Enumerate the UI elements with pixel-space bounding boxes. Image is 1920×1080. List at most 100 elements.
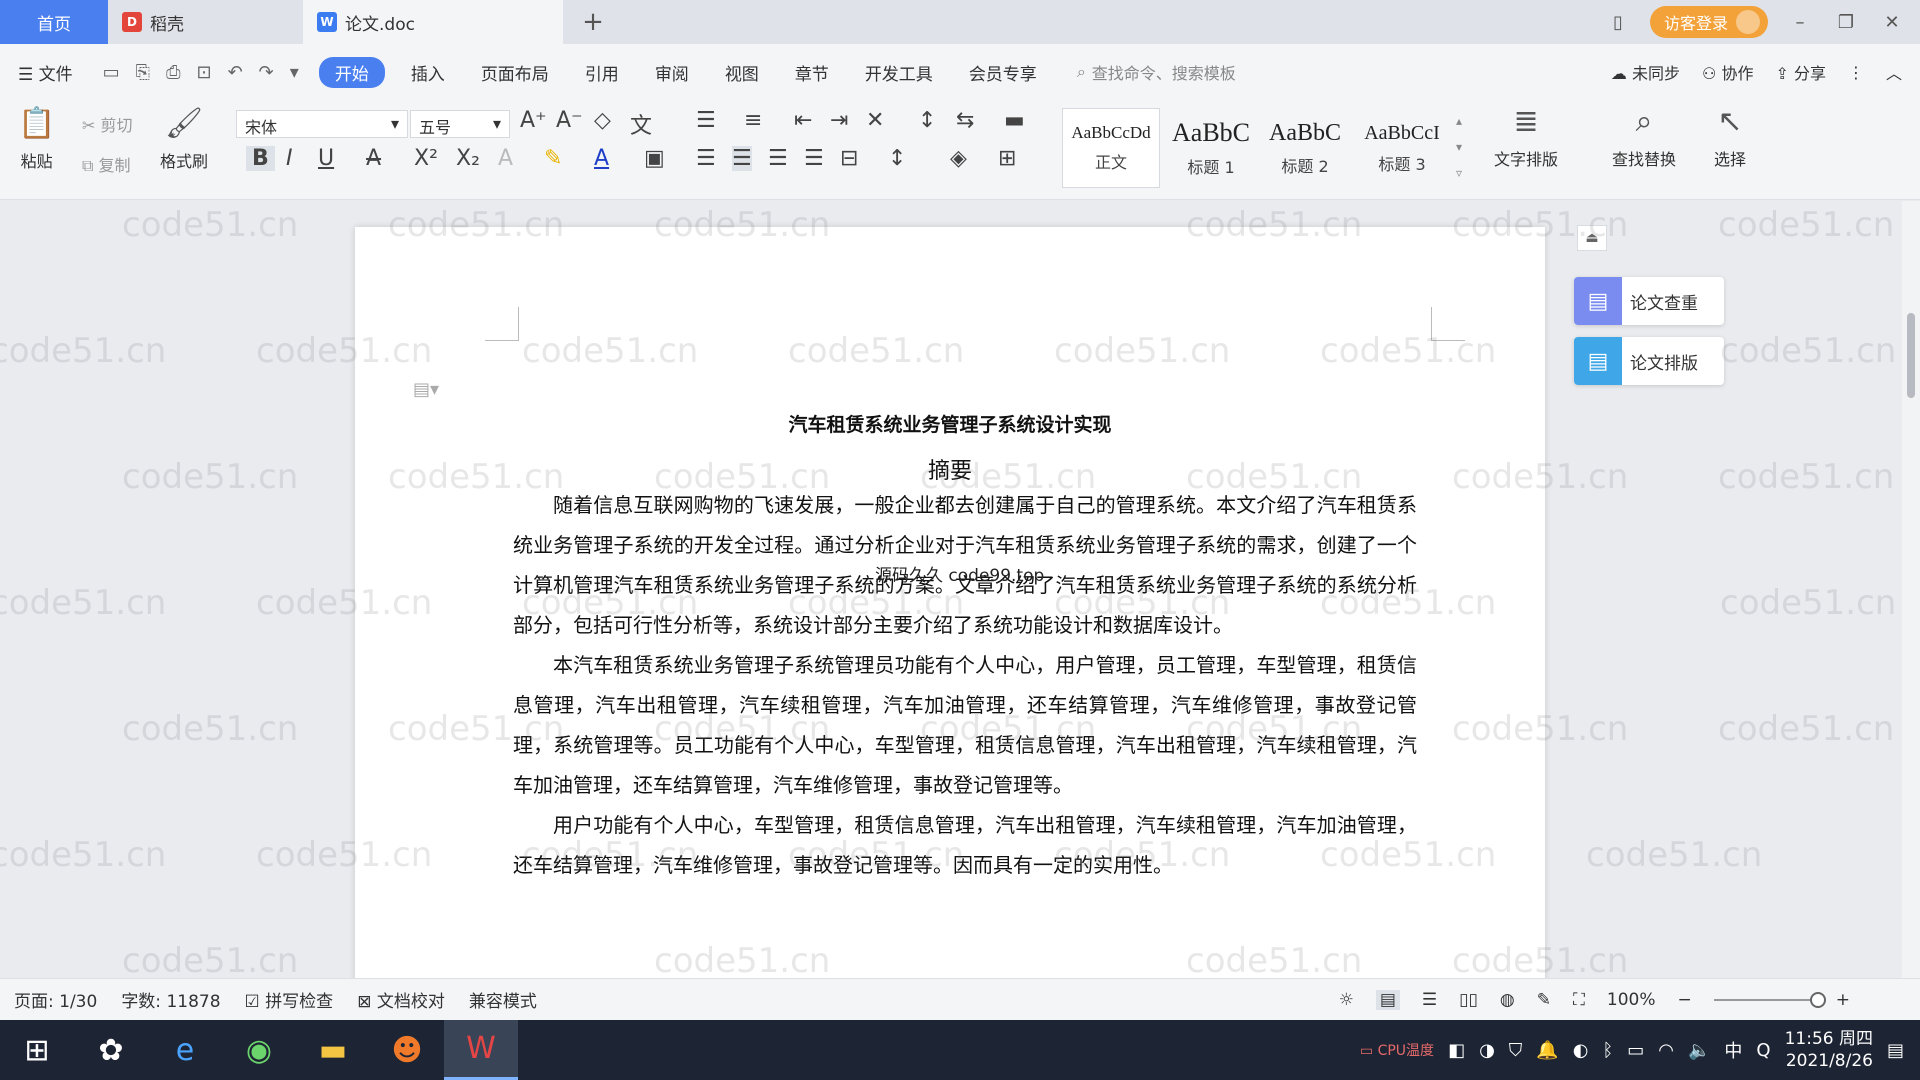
input-method-indicator[interactable]: 中 — [1724, 1037, 1742, 1063]
select-button[interactable]: ↖ 选择 — [1714, 104, 1746, 170]
command-search[interactable]: ⌕ 查找命令、搜索模板 — [1077, 60, 1236, 84]
style-normal[interactable]: AaBbCcDd 正文 — [1062, 108, 1160, 188]
undo-icon[interactable]: ↶ — [228, 62, 243, 83]
minimize-icon[interactable]: – — [1786, 12, 1814, 33]
guest-login-button[interactable]: 访客登录 — [1649, 6, 1768, 38]
cut-button[interactable]: ✂ 剪切 — [82, 112, 133, 136]
media-player-icon[interactable]: ☻ — [370, 1020, 444, 1080]
pinyin-icon[interactable]: 文 — [630, 108, 652, 140]
reading-view-icon[interactable]: ▯▯ — [1459, 990, 1478, 1010]
menu-member[interactable]: 会员专享 — [951, 60, 1055, 85]
clear-format-icon[interactable]: ◇ — [594, 108, 611, 133]
page-indicator[interactable]: 页面: 1/30 — [14, 987, 97, 1012]
text-effect-icon[interactable]: A — [498, 146, 513, 171]
word-count[interactable]: 字数: 11878 — [121, 987, 220, 1012]
vertical-scrollbar[interactable] — [1902, 201, 1920, 978]
sort-icon[interactable]: ↕ — [918, 108, 936, 133]
line-spacing-icon[interactable]: ↕ — [888, 146, 906, 171]
output-icon[interactable]: ⎘ — [136, 62, 150, 83]
italic-button[interactable]: I — [286, 146, 293, 171]
strikethrough-button[interactable]: A — [366, 146, 381, 171]
align-left-icon[interactable]: ☰ — [696, 146, 716, 171]
zoom-slider-knob[interactable] — [1809, 991, 1826, 1008]
clock[interactable]: 11:56 周四 2021/8/26 — [1785, 1028, 1873, 1072]
menu-home[interactable]: 开始 — [318, 56, 385, 88]
align-right-icon[interactable]: ☰ — [768, 146, 788, 171]
ie-browser-icon[interactable]: e — [148, 1020, 222, 1080]
char-border-icon[interactable]: ▣ — [644, 146, 665, 171]
zoom-slider[interactable] — [1713, 991, 1826, 1008]
menu-section[interactable]: 章节 — [777, 60, 847, 85]
tab-home[interactable]: 首页 — [0, 0, 108, 44]
shield-icon[interactable]: ⛉ — [1509, 1040, 1523, 1061]
pinwheel-app-icon[interactable]: ✿ — [74, 1020, 148, 1080]
highlight-icon[interactable]: ✎ — [544, 146, 562, 171]
browser-360-icon[interactable]: ◉ — [222, 1020, 296, 1080]
format-painter-button[interactable]: 🖌 格式刷 — [160, 106, 208, 172]
font-shrink-icon[interactable]: A⁻ — [556, 108, 583, 133]
style-heading-1[interactable]: AaBbC 标题 1 — [1162, 108, 1260, 188]
superscript-button[interactable]: X² — [414, 146, 438, 171]
document-page[interactable]: ▤▾ 汽车租赁系统业务管理子系统设计实现 摘要 随着信息互联网购物的飞速发展，一… — [355, 227, 1545, 978]
spell-check-button[interactable]: ☑ 拼写检查 — [245, 987, 334, 1012]
tray-app-icon[interactable]: ◐ — [1573, 1040, 1589, 1061]
bullet-list-icon[interactable]: ☰ — [696, 108, 716, 133]
volume-icon[interactable]: 🔈 — [1688, 1040, 1710, 1061]
find-replace-button[interactable]: ⌕ 查找替换 — [1612, 104, 1676, 170]
print-preview-icon[interactable]: ⊡ — [196, 62, 211, 83]
decrease-indent-icon[interactable]: ⇤ — [794, 108, 812, 133]
style-heading-3[interactable]: AaBbCcI 标题 3 — [1352, 108, 1452, 188]
subscript-button[interactable]: X₂ — [456, 146, 480, 171]
web-view-icon[interactable]: ◍ — [1500, 990, 1515, 1010]
doc-options-icon[interactable]: ▤▾ — [413, 379, 439, 400]
new-tab-button[interactable]: + — [563, 0, 623, 44]
tab-document[interactable]: W 论文.doc — [303, 0, 563, 44]
file-menu[interactable]: ☰ 文件 — [0, 60, 91, 85]
panel-collapse-button[interactable]: ⏏ — [1577, 225, 1607, 251]
redo-icon[interactable]: ↷ — [259, 62, 274, 83]
zoom-out-icon[interactable]: − — [1678, 990, 1692, 1010]
fit-page-icon[interactable]: ⛶ — [1573, 990, 1585, 1010]
borders-icon[interactable]: ⊞ — [998, 146, 1016, 171]
align-center-icon[interactable]: ☰ — [732, 146, 752, 171]
wps-writer-icon[interactable]: W — [444, 1020, 518, 1080]
paste-button[interactable]: 📋 粘贴 — [18, 106, 55, 172]
proofread-button[interactable]: ⊠ 文档校对 — [357, 987, 445, 1012]
show-marks-icon[interactable]: ⇆ — [956, 108, 974, 133]
shading-icon[interactable]: ◈ — [950, 146, 967, 171]
thesis-layout-button[interactable]: ▤ 论文排版 — [1574, 337, 1724, 385]
wifi-icon[interactable]: ◠ — [1658, 1040, 1674, 1061]
eye-protection-icon[interactable]: ☼ — [1339, 990, 1354, 1010]
action-center-icon[interactable]: ▤ — [1887, 1040, 1904, 1061]
customize-icon[interactable]: ▾ — [290, 62, 299, 83]
distribute-icon[interactable]: ⊟ — [840, 146, 858, 171]
collab-button[interactable]: ⚇ 协作 — [1702, 60, 1753, 84]
styles-scroll[interactable]: ▴ ▾ ▿ — [1456, 108, 1462, 186]
thesis-check-button[interactable]: ▤ 论文查重 — [1574, 277, 1724, 325]
battery-icon[interactable]: ▭ — [1627, 1040, 1644, 1061]
collapse-ribbon-icon[interactable]: ︿ — [1886, 60, 1902, 84]
font-name-select[interactable]: 宋体 ▾ — [236, 110, 408, 138]
menu-insert[interactable]: 插入 — [393, 60, 463, 85]
tray-app-icon[interactable]: ◧ — [1448, 1040, 1465, 1061]
copy-button[interactable]: ⧉ 复制 — [82, 152, 131, 176]
writing-mode-icon[interactable]: ✎ — [1537, 990, 1551, 1010]
chinese-layout-icon[interactable]: ✕ — [866, 108, 884, 133]
numbered-list-icon[interactable]: ≡ — [744, 108, 762, 133]
font-grow-icon[interactable]: A⁺ — [520, 108, 547, 133]
tab-docer[interactable]: D 稻壳 — [108, 0, 303, 44]
menu-references[interactable]: 引用 — [567, 60, 637, 85]
outline-view-icon[interactable]: ☰ — [1422, 990, 1437, 1010]
layout-switch-icon[interactable]: ▯ — [1604, 12, 1632, 33]
ruler-icon[interactable]: ▬ — [1004, 108, 1025, 133]
close-icon[interactable]: ✕ — [1878, 12, 1906, 33]
zoom-level[interactable]: 100% — [1607, 990, 1656, 1010]
page-view-icon[interactable]: ▤ — [1375, 989, 1400, 1010]
save-icon[interactable]: ▭ — [103, 62, 120, 83]
share-button[interactable]: ⇪ 分享 — [1775, 60, 1826, 84]
sync-button[interactable]: ☁ 未同步 — [1611, 60, 1680, 84]
style-heading-2[interactable]: AaBbC 标题 2 — [1258, 108, 1352, 188]
tray-app-icon[interactable]: ◑ — [1479, 1040, 1495, 1061]
search-tray-icon[interactable]: Q — [1756, 1040, 1770, 1061]
text-layout-button[interactable]: ≣ 文字排版 — [1494, 104, 1558, 170]
